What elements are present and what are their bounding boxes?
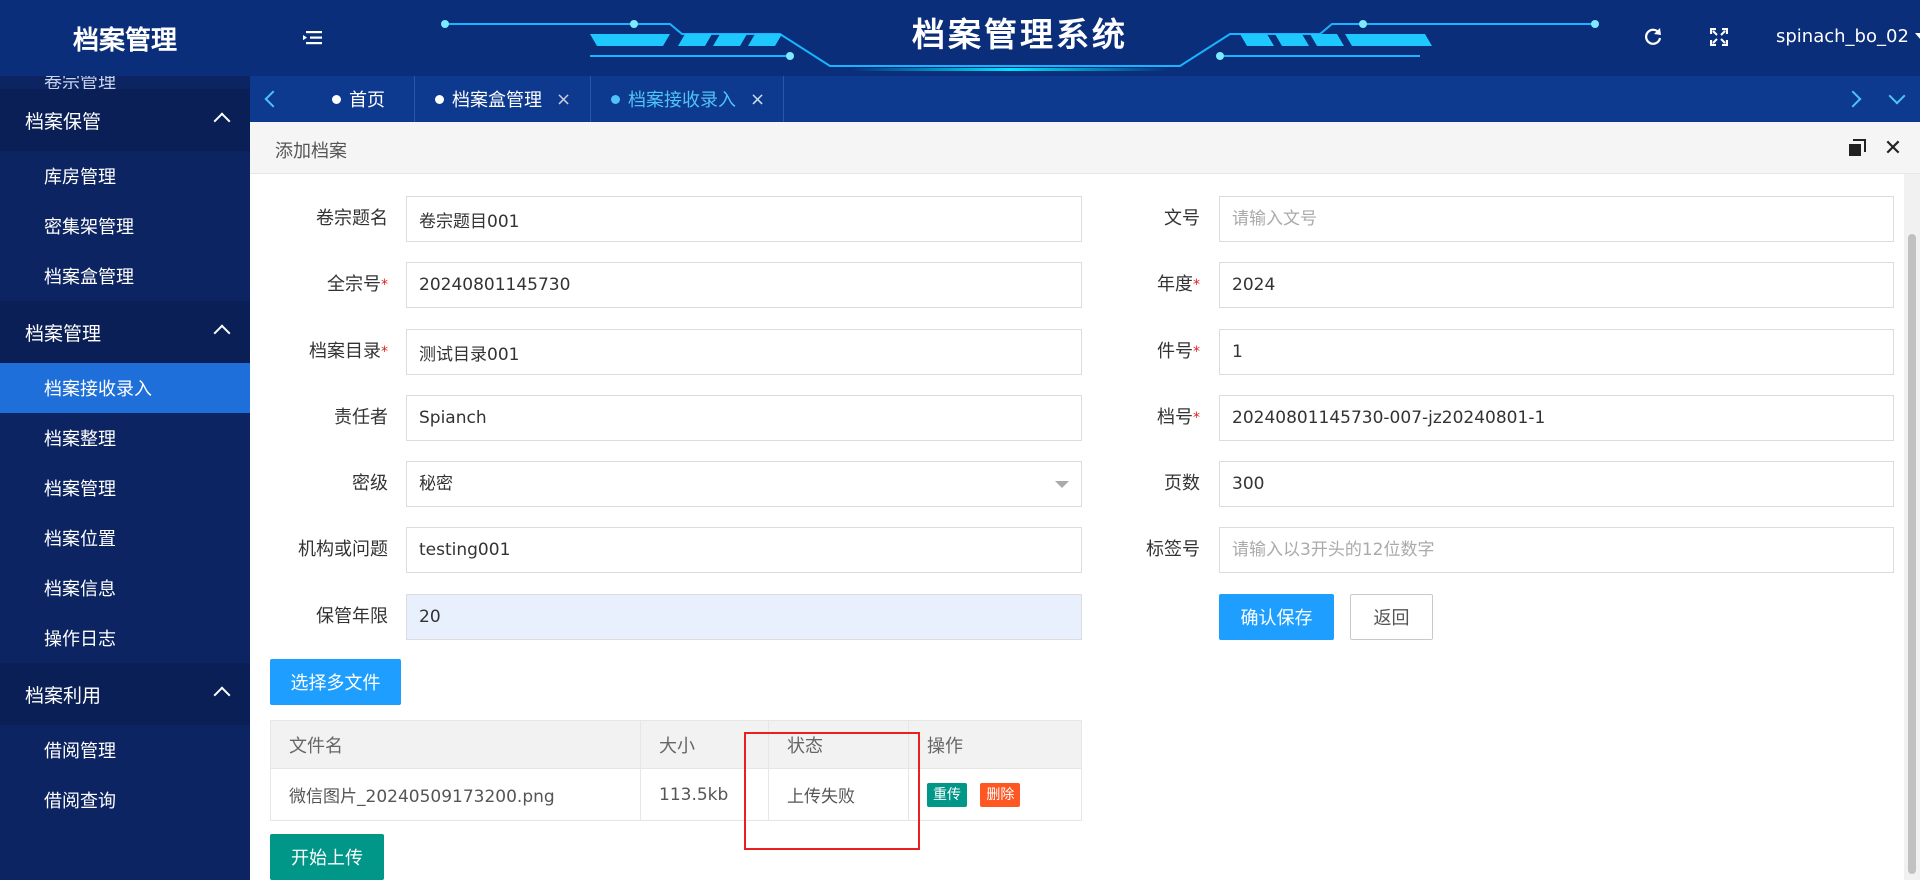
system-title: 档案管理系统 [912, 15, 1128, 54]
column-header: 文件名 [270, 720, 641, 769]
form-label: 标签号 [1146, 539, 1200, 560]
sidebar-item[interactable]: 密集架管理 [0, 201, 250, 251]
tab-label: 档案盒管理 [452, 90, 542, 111]
form-label: 页数 [1164, 473, 1200, 494]
tab-archive-entry[interactable]: 档案接收录入 × [591, 76, 784, 122]
year-input[interactable] [1219, 262, 1894, 308]
fullscreen-icon[interactable] [1706, 24, 1732, 50]
upload-table: 文件名 大小 状态 操作 微信图片_20240509173200.png 113… [270, 720, 1082, 821]
sidebar-item[interactable]: 档案盒管理 [0, 251, 250, 301]
sidebar-group-label: 档案管理 [25, 322, 102, 345]
page-count-input[interactable] [1219, 461, 1894, 507]
chevron-down-icon [1055, 481, 1069, 488]
close-icon[interactable]: × [556, 89, 571, 110]
fonds-number-input[interactable] [406, 262, 1082, 308]
file-size: 113.5kb [640, 768, 769, 821]
form-label: 全宗号* [327, 274, 388, 295]
dot-icon [435, 94, 444, 104]
save-button[interactable]: 确认保存 [1219, 594, 1334, 640]
maximize-icon[interactable] [1846, 137, 1868, 159]
tab-label: 档案接收录入 [628, 90, 736, 111]
dot-icon [332, 94, 341, 104]
sidebar-item[interactable]: 借阅管理 [0, 725, 250, 775]
column-header: 状态 [768, 720, 909, 769]
top-header: 档案管理 档案管理系统 spinach_bo_02 [0, 0, 1920, 76]
sidebar-group-archive[interactable]: 档案管理 [0, 301, 250, 363]
sidebar-group-usage[interactable]: 档案利用 [0, 663, 250, 725]
column-header: 操作 [908, 720, 1082, 769]
table-header-row: 文件名 大小 状态 操作 [270, 720, 1082, 769]
scrollbar-thumb[interactable] [1908, 234, 1916, 874]
refresh-icon[interactable] [1640, 24, 1666, 50]
tab-box-management[interactable]: 档案盒管理 × [415, 76, 591, 122]
form-label: 档案目录* [309, 341, 388, 362]
sidebar-item[interactable]: 借阅查询 [0, 775, 250, 825]
volume-title-input[interactable] [406, 196, 1082, 242]
form-label: 文号 [1164, 208, 1200, 229]
sidebar-item[interactable]: 档案管理 [0, 463, 250, 513]
sidebar-item[interactable]: 档案整理 [0, 413, 250, 463]
row-actions: 重传 删除 [908, 768, 1082, 821]
file-name: 微信图片_20240509173200.png [270, 768, 641, 821]
sidebar-item[interactable]: 库房管理 [0, 151, 250, 201]
column-header: 大小 [640, 720, 769, 769]
responsible-person-input[interactable] [406, 395, 1082, 441]
sidebar-item[interactable]: 操作日志 [0, 613, 250, 663]
tab-label: 首页 [349, 90, 385, 111]
sidebar-group-label: 档案利用 [25, 684, 102, 707]
user-menu[interactable]: spinach_bo_02 [1776, 26, 1920, 47]
tab-home[interactable]: 首页 [312, 76, 415, 122]
sidebar-group-storage[interactable]: 档案保管 [0, 89, 250, 151]
tag-number-input[interactable] [1219, 527, 1894, 573]
item-number-input[interactable] [1219, 329, 1894, 375]
caret-down-icon [1914, 33, 1920, 40]
retry-button[interactable]: 重传 [927, 782, 967, 807]
sidebar-item-active[interactable]: 档案接收录入 [0, 363, 250, 413]
form-label: 责任者 [334, 407, 388, 428]
tab-scroll-right-icon[interactable] [1830, 76, 1876, 122]
sidebar-item[interactable]: 档案信息 [0, 563, 250, 613]
close-icon[interactable]: ✕ [1882, 136, 1904, 161]
start-upload-button[interactable]: 开始上传 [270, 834, 384, 880]
form-label: 卷宗题名 [316, 208, 388, 229]
sidebar-group-label: 档案保管 [25, 110, 102, 133]
archive-catalog-input[interactable] [406, 329, 1082, 375]
table-row: 微信图片_20240509173200.png 113.5kb 上传失败 重传 … [270, 768, 1082, 821]
chevron-up-icon [213, 324, 231, 342]
form-label: 密级 [352, 473, 388, 494]
form-label: 件号* [1157, 341, 1200, 362]
username: spinach_bo_02 [1776, 26, 1909, 47]
document-number-input[interactable] [1219, 196, 1894, 242]
sidebar-item-partial[interactable]: 卷宗管理 [0, 76, 250, 89]
panel-title: 添加档案 [275, 141, 347, 162]
upload-status: 上传失败 [768, 768, 909, 821]
tab-dropdown-icon[interactable] [1874, 76, 1920, 122]
form-label: 保管年限 [316, 606, 388, 627]
form-label: 年度* [1157, 274, 1200, 295]
dot-icon [611, 94, 620, 104]
chevron-up-icon [213, 112, 231, 130]
tab-bar: 首页 档案盒管理 × 档案接收录入 × [250, 76, 1920, 122]
delete-button[interactable]: 删除 [980, 782, 1021, 807]
sidebar: 卷宗管理 档案保管 库房管理 密集架管理 档案盒管理 档案管理 档案接收录入 档… [0, 76, 250, 880]
retention-period-input[interactable] [406, 594, 1082, 640]
panel-header: 添加档案 ✕ [250, 122, 1920, 174]
vertical-scrollbar[interactable] [1904, 174, 1920, 880]
archive-code-input[interactable] [1219, 395, 1894, 441]
form-label: 档号* [1157, 407, 1200, 428]
security-level-select[interactable]: 秘密 [406, 461, 1082, 507]
back-button[interactable]: 返回 [1350, 594, 1433, 640]
tab-scroll-left-icon[interactable] [250, 76, 296, 122]
menu-toggle-icon[interactable] [300, 26, 326, 50]
choose-files-button[interactable]: 选择多文件 [270, 659, 401, 705]
form-label: 机构或问题 [298, 539, 388, 560]
close-icon[interactable]: × [750, 89, 765, 110]
sidebar-item[interactable]: 档案位置 [0, 513, 250, 563]
organization-input[interactable] [406, 527, 1082, 573]
app-logo: 档案管理 [72, 25, 177, 56]
chevron-up-icon [213, 686, 231, 704]
